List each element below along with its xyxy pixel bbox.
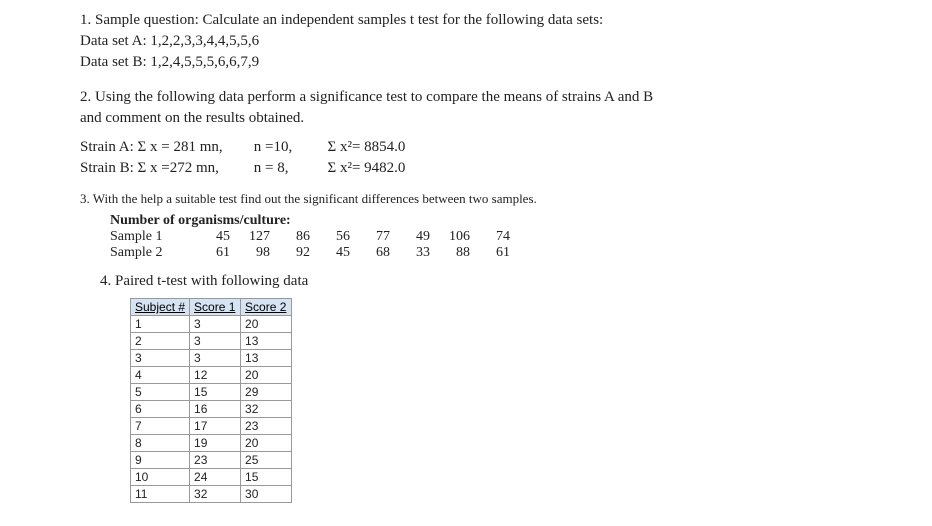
table-cell: 32 — [190, 486, 241, 503]
sample2-v6: 88 — [430, 245, 470, 261]
table-cell: 20 — [241, 367, 292, 384]
sample1-row: Sample 1 45 127 86 56 77 49 106 74 — [110, 229, 912, 245]
table-cell: 4 — [131, 367, 190, 384]
table-cell: 23 — [241, 418, 292, 435]
th-score2: Score 2 — [241, 299, 292, 316]
sample2-v0: 61 — [190, 245, 230, 261]
table-cell: 30 — [241, 486, 292, 503]
table-cell: 10 — [131, 469, 190, 486]
table-cell: 7 — [131, 418, 190, 435]
table-cell: 1 — [131, 316, 190, 333]
q4-prompt: 4. Paired t-test with following data — [100, 273, 912, 290]
strain-a-sumsq: Σ x²= 8854.0 — [328, 139, 406, 156]
table-cell: 3 — [131, 350, 190, 367]
table-cell: 24 — [190, 469, 241, 486]
th-subject: Subject # — [131, 299, 190, 316]
sample1-v6: 106 — [430, 229, 470, 245]
q2-prompt-line1: 2. Using the following data perform a si… — [80, 87, 912, 108]
strain-a-row: Strain A: Σ x = 281 mn, n =10, Σ x²= 885… — [80, 139, 912, 156]
question-1: 1. Sample question: Calculate an indepen… — [80, 10, 912, 73]
th-score1: Score 1 — [190, 299, 241, 316]
table-row: 1320 — [131, 316, 292, 333]
table-cell: 9 — [131, 452, 190, 469]
sample2-v4: 68 — [350, 245, 390, 261]
question-2: 2. Using the following data perform a si… — [80, 87, 912, 177]
sample2-row: Sample 2 61 98 92 45 68 33 88 61 — [110, 245, 912, 261]
table-row: 3313 — [131, 350, 292, 367]
table-cell: 25 — [241, 452, 292, 469]
sample1-label: Sample 1 — [110, 229, 190, 245]
table-cell: 20 — [241, 316, 292, 333]
q3-prompt: 3. With the help a suitable test find ou… — [80, 191, 912, 207]
table-row: 81920 — [131, 435, 292, 452]
table-cell: 3 — [190, 333, 241, 350]
sample2-v1: 98 — [230, 245, 270, 261]
table-cell: 8 — [131, 435, 190, 452]
table-cell: 29 — [241, 384, 292, 401]
paired-table: Subject # Score 1 Score 2 13202313331341… — [130, 298, 292, 503]
table-cell: 20 — [241, 435, 292, 452]
table-cell: 19 — [190, 435, 241, 452]
q1-data-b: Data set B: 1,2,4,5,5,5,6,6,7,9 — [80, 52, 912, 73]
sample1-v3: 56 — [310, 229, 350, 245]
table-cell: 3 — [190, 350, 241, 367]
strain-b-row: Strain B: Σ x =272 mn, n = 8, Σ x²= 9482… — [80, 160, 912, 177]
sample2-v5: 33 — [390, 245, 430, 261]
table-cell: 15 — [190, 384, 241, 401]
table-cell: 23 — [190, 452, 241, 469]
sample2-label: Sample 2 — [110, 245, 190, 261]
sample2-v2: 92 — [270, 245, 310, 261]
sample1-v0: 45 — [190, 229, 230, 245]
table-cell: 13 — [241, 350, 292, 367]
table-cell: 16 — [190, 401, 241, 418]
table-header-row: Subject # Score 1 Score 2 — [131, 299, 292, 316]
question-3: 3. With the help a suitable test find ou… — [80, 191, 912, 261]
strain-a-sum: Strain A: Σ x = 281 mn, — [80, 139, 250, 156]
sample1-v7: 74 — [470, 229, 510, 245]
table-cell: 32 — [241, 401, 292, 418]
sample1-v2: 86 — [270, 229, 310, 245]
table-row: 51529 — [131, 384, 292, 401]
table-cell: 15 — [241, 469, 292, 486]
sample1-v1: 127 — [230, 229, 270, 245]
question-4: 4. Paired t-test with following data — [100, 273, 912, 290]
sample1-v5: 49 — [390, 229, 430, 245]
table-row: 61632 — [131, 401, 292, 418]
sample1-v4: 77 — [350, 229, 390, 245]
strain-b-sumsq: Σ x²= 9482.0 — [328, 160, 406, 177]
table-row: 71723 — [131, 418, 292, 435]
table-cell: 13 — [241, 333, 292, 350]
strain-a-n: n =10, — [254, 139, 324, 156]
table-cell: 5 — [131, 384, 190, 401]
table-cell: 12 — [190, 367, 241, 384]
table-row: 113230 — [131, 486, 292, 503]
strain-b-sum: Strain B: Σ x =272 mn, — [80, 160, 250, 177]
sample2-v3: 45 — [310, 245, 350, 261]
table-row: 41220 — [131, 367, 292, 384]
table-cell: 11 — [131, 486, 190, 503]
q1-prompt: 1. Sample question: Calculate an indepen… — [80, 10, 912, 31]
table-row: 102415 — [131, 469, 292, 486]
table-cell: 2 — [131, 333, 190, 350]
q1-data-a: Data set A: 1,2,2,3,3,4,4,5,5,6 — [80, 31, 912, 52]
q2-prompt-line2: and comment on the results obtained. — [80, 108, 912, 129]
q3-subheading: Number of organisms/culture: — [110, 213, 912, 229]
table-cell: 17 — [190, 418, 241, 435]
table-row: 2313 — [131, 333, 292, 350]
table-row: 92325 — [131, 452, 292, 469]
strain-b-n: n = 8, — [254, 160, 324, 177]
table-cell: 6 — [131, 401, 190, 418]
table-cell: 3 — [190, 316, 241, 333]
sample2-v7: 61 — [470, 245, 510, 261]
